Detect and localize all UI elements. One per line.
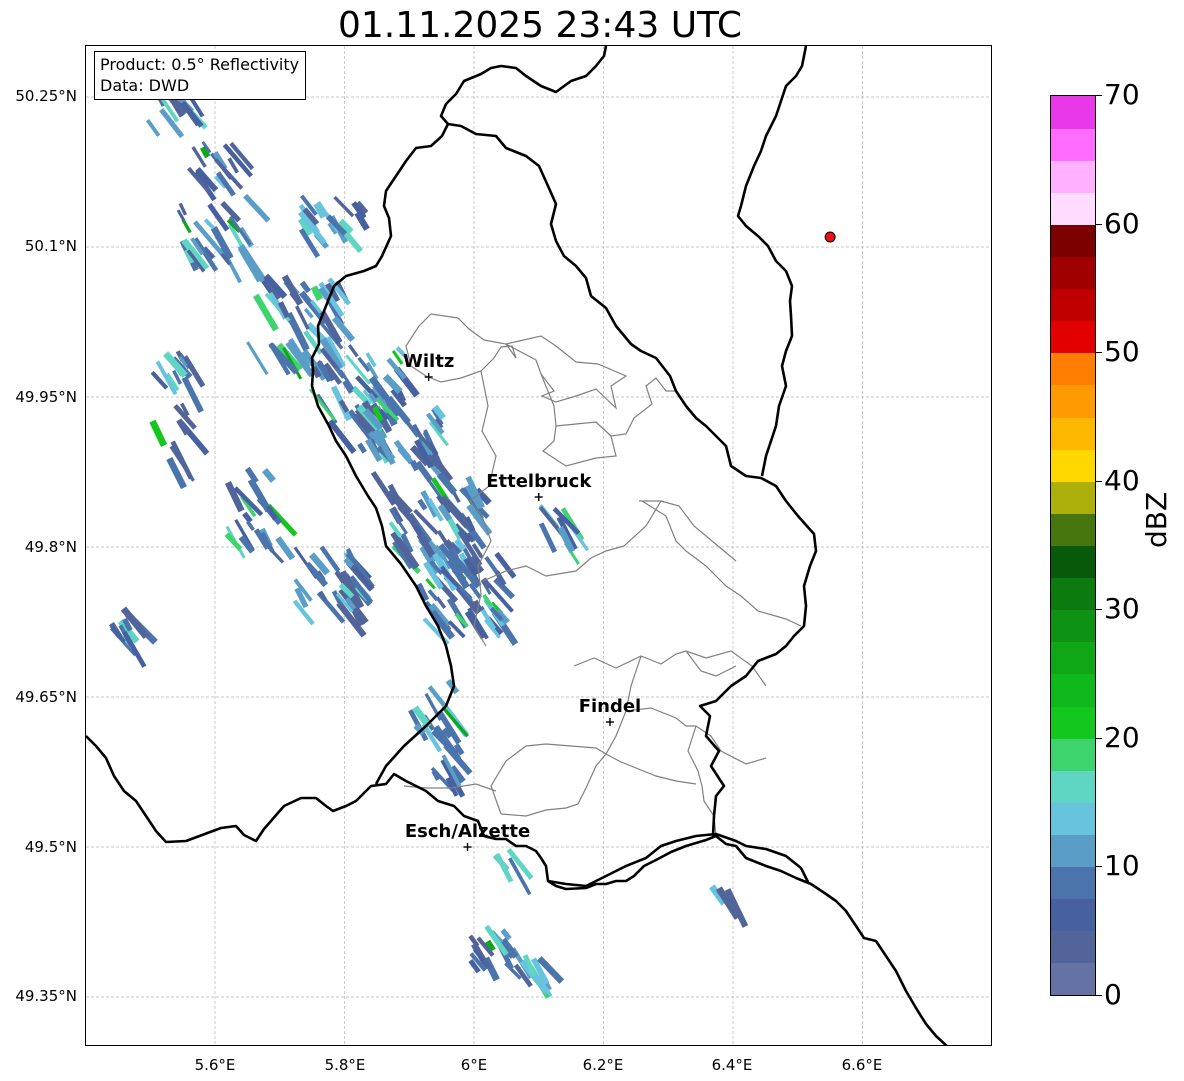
colorbar-tick-label: 30 — [1104, 592, 1140, 626]
colorbar-segment — [1051, 545, 1095, 579]
colorbar-unit-label: dBZ — [1140, 491, 1173, 548]
city-label: Findel — [579, 696, 642, 717]
product-info-box: Product: 0.5° Reflectivity Data: DWD — [94, 51, 307, 100]
colorbar-segment — [1051, 481, 1095, 514]
colorbar-tick-label: 10 — [1104, 849, 1140, 883]
reflectivity-echoes — [108, 66, 749, 999]
colorbar-segment — [1051, 352, 1095, 386]
echo-cell — [246, 341, 269, 376]
colorbar-tick-label: 20 — [1104, 720, 1140, 754]
data-source-label: Data: DWD — [100, 76, 190, 95]
lon-tick-label: 6°E — [460, 1056, 488, 1074]
colorbar-tick-mark — [1096, 609, 1102, 611]
colorbar — [1050, 95, 1096, 996]
colorbar-segment — [1051, 160, 1095, 193]
lon-tick-label: 6.6°E — [841, 1056, 883, 1074]
echo-cell — [237, 243, 267, 283]
lon-tick-label: 5.8°E — [324, 1056, 366, 1074]
colorbar-segment — [1051, 256, 1095, 290]
colorbar-segment — [1051, 706, 1095, 739]
echo-cell — [281, 274, 304, 306]
colorbar-segment — [1051, 192, 1095, 225]
lon-tick-label: 6.2°E — [582, 1056, 624, 1074]
colorbar-segment — [1051, 834, 1095, 868]
radar-map[interactable]: Wiltz Ettelbruck Findel Esch/Alzette — [85, 45, 992, 1046]
radar-site-marker[interactable] — [824, 231, 836, 243]
colorbar-segment — [1051, 384, 1095, 418]
colorbar-tick-label: 40 — [1104, 463, 1140, 497]
colorbar-tick-mark — [1096, 995, 1102, 996]
colorbar-tick-mark — [1096, 480, 1102, 482]
echo-cell — [484, 555, 499, 575]
echo-cell — [299, 280, 311, 294]
colorbar-tick-label: 0 — [1104, 978, 1122, 1011]
echo-cell — [245, 520, 255, 531]
city-marker[interactable]: Wiltz — [403, 351, 454, 381]
echo-cell — [393, 439, 414, 465]
colorbar-segment — [1051, 288, 1095, 322]
colorbar-segment — [1051, 128, 1095, 161]
lat-tick-label: 50.1°N — [24, 237, 77, 255]
echo-cell — [333, 195, 355, 218]
colorbar-segment — [1051, 898, 1095, 932]
colorbar-tick-mark — [1096, 737, 1102, 739]
lat-lon-grid — [86, 46, 991, 1045]
lat-tick-label: 49.35°N — [15, 987, 77, 1005]
colorbar-tick-mark — [1096, 866, 1102, 868]
colorbar-segment — [1051, 96, 1095, 129]
colorbar-tick-mark — [1096, 352, 1102, 354]
colorbar-segment — [1051, 577, 1095, 611]
colorbar-segment — [1051, 770, 1095, 803]
lat-tick-label: 50.25°N — [15, 87, 77, 105]
colorbar-segment — [1051, 641, 1095, 675]
echo-cell — [427, 589, 439, 602]
colorbar-segment — [1051, 738, 1095, 771]
lon-tick-label: 6.4°E — [711, 1056, 753, 1074]
lat-tick-label: 49.65°N — [15, 688, 77, 706]
lon-tick-label: 5.6°E — [194, 1056, 236, 1074]
colorbar-segment — [1051, 930, 1095, 964]
lat-tick-label: 49.95°N — [15, 388, 77, 406]
colorbar-segment — [1051, 320, 1095, 354]
lat-tick-label: 49.8°N — [24, 538, 77, 556]
city-label: Ettelbruck — [486, 471, 592, 492]
city-label: Wiltz — [403, 351, 454, 372]
echo-cell — [149, 419, 168, 447]
echo-cell — [146, 119, 161, 137]
colorbar-segment — [1051, 962, 1095, 996]
lat-tick-label: 49.5°N — [24, 838, 77, 856]
colorbar-tick-label: 70 — [1104, 78, 1140, 111]
echo-cell — [203, 218, 215, 230]
colorbar-segment — [1051, 417, 1095, 450]
colorbar-segment — [1051, 802, 1095, 835]
city-marker[interactable]: Findel — [579, 696, 642, 726]
echo-cell — [347, 344, 359, 358]
city-marker[interactable]: Esch/Alzette — [405, 821, 530, 851]
colorbar-tick-label: 60 — [1104, 206, 1140, 240]
colorbar-segment — [1051, 866, 1095, 900]
colorbar-segment — [1051, 673, 1095, 707]
colorbar-tick-mark — [1096, 223, 1102, 225]
echo-cell — [494, 852, 514, 883]
echo-cell — [399, 412, 420, 438]
colorbar-segment — [1051, 449, 1095, 482]
colorbar-segment — [1051, 224, 1095, 258]
echo-cell — [261, 467, 276, 483]
city-marker[interactable]: Ettelbruck — [486, 471, 592, 501]
colorbar-segment — [1051, 609, 1095, 643]
map-canvas[interactable]: Wiltz Ettelbruck Findel Esch/Alzette — [86, 46, 992, 1046]
echo-cell — [357, 442, 367, 454]
city-label: Esch/Alzette — [405, 821, 530, 842]
colorbar-segment — [1051, 513, 1095, 546]
colorbar-tick-label: 50 — [1104, 335, 1140, 369]
echo-cell — [243, 193, 271, 223]
product-label: Product: 0.5° Reflectivity — [100, 55, 300, 74]
colorbar-tick-mark — [1096, 95, 1102, 96]
map-title: 01.11.2025 23:43 UTC — [337, 5, 743, 46]
